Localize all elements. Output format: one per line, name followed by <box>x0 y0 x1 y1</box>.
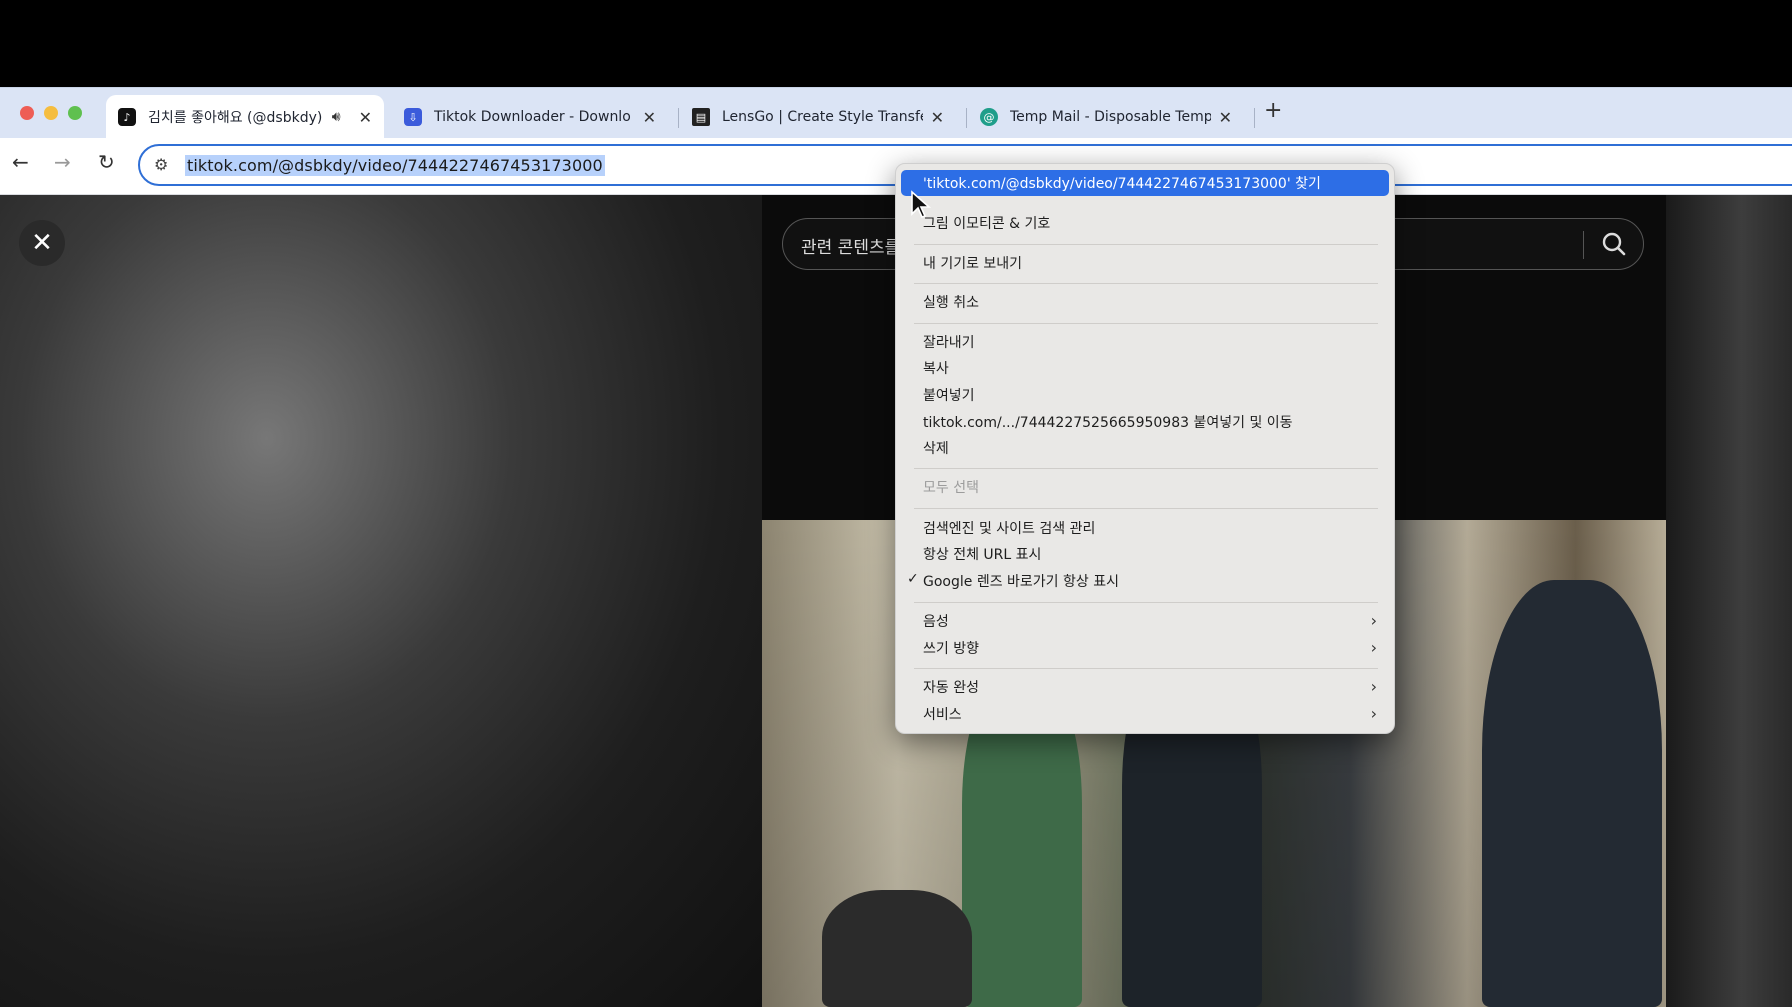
menu-label: 검색엔진 및 사이트 검색 관리 <box>923 521 1096 537</box>
new-tab-button[interactable]: + <box>1264 98 1282 123</box>
tab-title: 김치를 좋아해요 (@dsbkdy) <box>148 110 323 126</box>
lensgo-icon: ▤ <box>692 108 710 126</box>
menu-item-find-url[interactable]: 'tiktok.com/@dsbkdy/video/74442274674531… <box>901 170 1389 196</box>
screen-top-black-area <box>0 0 1792 87</box>
menu-separator <box>914 602 1378 603</box>
window-close-dot[interactable] <box>20 106 34 120</box>
tab-temp-mail[interactable]: @ Temp Mail - Disposable Temp ✕ <box>968 95 1244 139</box>
close-tab-icon[interactable]: ✕ <box>1219 108 1232 127</box>
menu-label: tiktok.com/.../7444227525665950983 붙여넣기 … <box>923 415 1293 431</box>
tab-lensgo[interactable]: ▤ LensGo | Create Style Transfe ✕ <box>680 95 956 139</box>
menu-label: 붙여넣기 <box>923 388 975 404</box>
mouse-cursor-icon <box>911 190 932 218</box>
tempmail-icon: @ <box>980 108 998 126</box>
close-video-button[interactable]: ✕ <box>19 220 65 266</box>
tab-title: Temp Mail - Disposable Temp <box>1010 109 1211 125</box>
download-icon: ⇩ <box>404 108 422 126</box>
menu-item-services[interactable]: 서비스 › <box>901 701 1389 727</box>
menu-separator <box>914 508 1378 509</box>
menu-label: 항상 전체 URL 표시 <box>923 547 1042 563</box>
window-zoom-dot[interactable] <box>68 106 82 120</box>
blurred-background-right <box>1666 195 1792 1007</box>
menu-label: Google 렌즈 바로가기 항상 표시 <box>923 574 1119 590</box>
url-text-selected[interactable]: tiktok.com/@dsbkdy/video/744422746745317… <box>185 155 605 176</box>
menu-label: 음성 <box>923 614 949 630</box>
menu-label: 삭제 <box>923 441 949 457</box>
menu-label: 잘라내기 <box>923 335 975 351</box>
close-tab-icon[interactable]: ✕ <box>931 108 944 127</box>
menu-item-writing-direction[interactable]: 쓰기 방향 › <box>901 635 1389 661</box>
search-icon[interactable] <box>1599 229 1629 259</box>
menu-label: 자동 완성 <box>923 680 979 696</box>
context-menu: 'tiktok.com/@dsbkdy/video/74442274674531… <box>895 163 1395 734</box>
reload-icon[interactable]: ↻ <box>98 150 115 174</box>
search-divider <box>1583 231 1584 259</box>
tiktok-icon: ♪ <box>118 108 136 126</box>
window-minimize-dot[interactable] <box>44 106 58 120</box>
blurred-background-left <box>0 195 762 1007</box>
menu-label: 'tiktok.com/@dsbkdy/video/74442274674531… <box>923 176 1321 192</box>
back-arrow-icon[interactable]: ← <box>12 150 29 174</box>
tab-tiktok-video[interactable]: ♪ 김치를 좋아해요 (@dsbkdy) 🔊︎ ✕ <box>106 95 384 139</box>
menu-separator <box>914 468 1378 469</box>
forward-arrow-icon[interactable]: → <box>54 150 71 174</box>
menu-item-paste[interactable]: 붙여넣기 <box>901 382 1389 408</box>
tab-title: LensGo | Create Style Transfe <box>722 109 923 125</box>
close-tab-icon[interactable]: ✕ <box>643 108 656 127</box>
chevron-right-icon: › <box>1370 677 1377 696</box>
chevron-right-icon: › <box>1370 638 1377 657</box>
menu-separator <box>914 283 1378 284</box>
menu-label: 내 기기로 보내기 <box>923 256 1023 272</box>
menu-item-copy[interactable]: 복사 <box>901 355 1389 381</box>
tab-separator <box>1254 108 1255 128</box>
menu-separator <box>914 323 1378 324</box>
menu-label: 쓰기 방향 <box>923 641 979 657</box>
tab-separator <box>966 108 967 128</box>
menu-item-manage-search-engines[interactable]: 검색엔진 및 사이트 검색 관리 <box>901 515 1389 541</box>
menu-item-emoji[interactable]: 그림 이모티콘 & 기호 <box>901 210 1389 236</box>
menu-item-delete[interactable]: 삭제 <box>901 435 1389 461</box>
tab-tiktok-downloader[interactable]: ⇩ Tiktok Downloader - Downlo ✕ <box>392 95 668 139</box>
search-input[interactable]: 관련 콘텐츠를 <box>801 233 900 258</box>
close-tab-icon[interactable]: ✕ <box>359 108 372 127</box>
video-figure <box>822 890 972 1007</box>
menu-item-cut[interactable]: 잘라내기 <box>901 329 1389 355</box>
tab-strip: ♪ 김치를 좋아해요 (@dsbkdy) 🔊︎ ✕ ⇩ Tiktok Downl… <box>0 87 1792 139</box>
menu-separator <box>914 668 1378 669</box>
menu-separator <box>914 244 1378 245</box>
menu-item-show-full-url[interactable]: 항상 전체 URL 표시 <box>901 541 1389 567</box>
menu-label: 모두 선택 <box>923 480 979 496</box>
chevron-right-icon: › <box>1370 611 1377 630</box>
menu-label: 그림 이모티콘 & 기호 <box>923 216 1051 232</box>
speaker-icon[interactable]: 🔊︎ <box>332 109 341 125</box>
menu-item-autofill[interactable]: 자동 완성 › <box>901 674 1389 700</box>
tab-separator <box>678 108 679 128</box>
chevron-right-icon: › <box>1370 704 1377 723</box>
menu-item-send-to-device[interactable]: 내 기기로 보내기 <box>901 250 1389 276</box>
menu-label: 복사 <box>923 361 949 377</box>
video-figure <box>1482 580 1662 1007</box>
checkmark-icon: ✓ <box>907 571 919 587</box>
tab-title: Tiktok Downloader - Downlo <box>434 109 631 125</box>
menu-label: 실행 취소 <box>923 295 979 311</box>
menu-label: 서비스 <box>923 707 962 723</box>
close-icon: ✕ <box>31 228 53 258</box>
menu-item-paste-and-go[interactable]: tiktok.com/.../7444227525665950983 붙여넣기 … <box>901 409 1389 435</box>
menu-item-undo[interactable]: 실행 취소 <box>901 289 1389 315</box>
menu-item-google-lens-shortcut[interactable]: ✓ Google 렌즈 바로가기 항상 표시 <box>901 568 1389 594</box>
site-settings-icon[interactable]: ⚙ <box>154 155 168 174</box>
menu-item-speech[interactable]: 음성 › <box>901 608 1389 634</box>
menu-item-select-all: 모두 선택 <box>901 474 1389 500</box>
